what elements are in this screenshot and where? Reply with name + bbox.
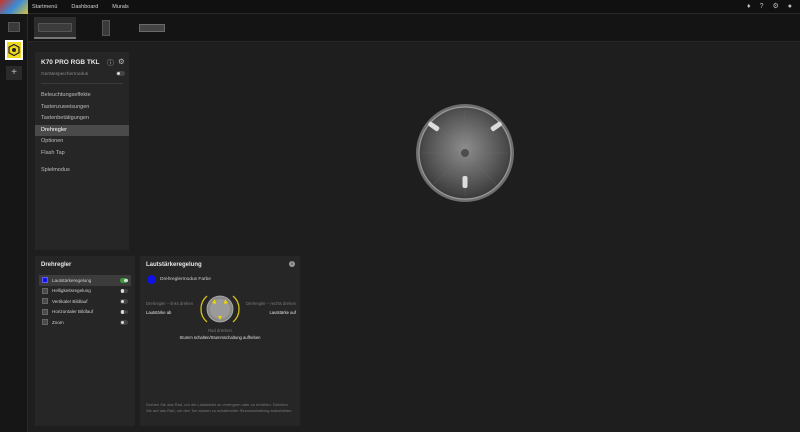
nav-item-key-actuation[interactable]: Tastenbetätigungen [35,113,129,125]
color-swatch [42,298,48,305]
dial-color-label: Drehreglermodus Farbe [160,277,211,282]
nav-dashboard[interactable]: Dashboard [71,4,98,10]
top-icons: ♦ ? ⚙ ● [747,0,792,14]
device-hub[interactable] [136,17,168,39]
mode-toggle[interactable] [120,309,128,314]
dial-mode-brightness[interactable]: Helligkeitsregelung [39,286,131,297]
press-action: Stumm schalten/Stummschaltung aufheben [179,335,261,340]
mode-toggle[interactable] [120,288,128,293]
dial-mode-label: Zoom [52,319,64,325]
dial-mode-horizontal-scroll[interactable]: Horizontaler Bildlauf [39,307,131,318]
profile-rail: + [0,14,28,432]
profile-hex-icon [8,44,20,56]
info-icon[interactable]: ⓘ [107,58,114,68]
volume-panel: Lautstärkeregelung i Drehreglermodus Far… [140,256,300,426]
color-swatch [42,287,48,294]
help-icon[interactable]: ? [760,0,764,14]
gear-icon[interactable]: ⚙ [772,0,778,14]
storage-mode-toggle[interactable] [116,71,125,76]
dial-mode-label: Helligkeitsregelung [52,288,91,294]
storage-mode-row: Gerätespeichermodus [41,71,125,77]
top-bar: Startmenü Dashboard Murals ♦ ? ⚙ ● [0,0,800,14]
nav-startmenu[interactable]: Startmenü [32,4,57,10]
color-swatch [42,319,48,326]
storage-mode-label: Gerätespeichermodus [41,72,89,77]
nav-item-game-mode[interactable]: Spielmodus [35,165,129,177]
app-logo [0,0,28,14]
divider [41,83,123,84]
nav-murals[interactable]: Murals [112,4,129,10]
nav-item-key-assignments[interactable]: Tastenzuweisungen [35,102,129,114]
mode-toggle[interactable] [120,278,128,283]
nav-item-dial[interactable]: Drehregler [35,124,129,136]
profile-tile[interactable] [5,40,23,60]
mode-toggle[interactable] [120,320,128,325]
top-nav: Startmenü Dashboard Murals [32,0,129,14]
add-profile-button[interactable]: + [6,66,22,80]
right-turn-action: Lautstärke auf [269,310,296,315]
volume-panel-title: Lautstärkeregelung [146,262,202,268]
dial-mode-zoom[interactable]: Zoom [39,317,131,328]
rail-device-icon[interactable] [8,22,20,32]
left-turn-action: Lautstärke ab [146,310,172,315]
right-turn-label: Drehregler – rechts drehen [245,301,296,306]
nav-item-flash-tap[interactable]: Flash Tap [35,148,129,160]
color-swatch [42,277,48,284]
dial-mode-label: Vertikaler Bildlauf [52,298,88,304]
press-label: Rad drücken [208,328,232,333]
dial-mode-label: Horizontaler Bildlauf [52,309,94,315]
dial-color-swatch[interactable] [147,275,156,284]
dial-mode-label: Lautstärkeregelung [52,277,92,283]
nav-item-lighting[interactable]: Beleuchtungseffekte [35,90,129,102]
dial-color-row[interactable]: Drehreglermodus Farbe [147,275,211,284]
dial-knob-preview [416,104,514,202]
mode-toggle[interactable] [120,299,128,304]
dial-mode-volume[interactable]: Lautstärkeregelung [39,275,131,286]
device-title: K70 PRO RGB TKL [41,59,100,66]
dial-mode-list: Lautstärkeregelung Helligkeitsregelung V… [39,275,131,328]
dial-modes-panel: Drehregler Lautstärkeregelung Helligkeit… [35,256,135,426]
hub-icon [139,24,165,32]
help-text: Drehen Sie das Rad, um die Lautstärke zu… [146,402,293,413]
dial-mode-vertical-scroll[interactable]: Vertikaler Bildlauf [39,296,131,307]
bell-icon[interactable]: ♦ [747,0,751,14]
dial-panel-title: Drehregler [41,262,72,268]
info-icon[interactable]: i [289,261,295,267]
dial-illustration-icon [200,295,240,323]
device-keyboard[interactable] [34,17,76,39]
pc-case-icon [102,20,110,36]
device-pc-case[interactable] [98,17,114,39]
keyboard-icon [38,22,72,32]
settings-nav: Beleuchtungseffekte Tastenzuweisungen Ta… [35,90,129,177]
color-swatch [42,308,48,315]
dial-diagram: Drehregler – links drehen Lautstärke ab … [140,286,300,346]
nav-item-options[interactable]: Optionen [35,136,129,148]
user-icon[interactable]: ● [788,0,792,14]
device-bar [28,14,800,42]
device-settings-panel: K70 PRO RGB TKL ⓘ ⚙ Gerätespeichermodus … [35,52,129,250]
left-turn-label: Drehregler – links drehen [146,301,194,306]
device-settings-gear-icon[interactable]: ⚙ [118,57,125,66]
